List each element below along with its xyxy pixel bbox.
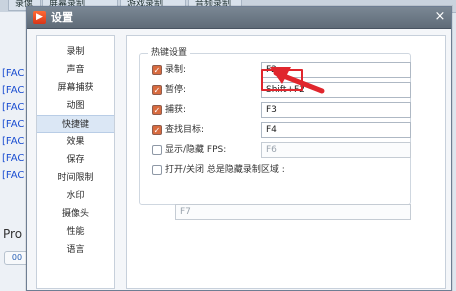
dialog-title: 设置 xyxy=(51,11,73,24)
close-icon[interactable]: × xyxy=(433,9,447,25)
sidebar-item-hotkeys[interactable]: 快捷键 xyxy=(37,115,114,133)
sidebar-item-time-limit[interactable]: 时间限制 xyxy=(37,169,114,187)
app-logo-icon: ▶ xyxy=(33,11,46,24)
find-target-hotkey-checkbox[interactable]: ✓ xyxy=(152,125,162,135)
sidebar-item-audio[interactable]: 声音 xyxy=(37,61,114,79)
background-list-item[interactable]: [FAC xyxy=(2,68,24,79)
sidebar-item-record[interactable]: 录制 xyxy=(37,43,114,61)
background-list-item[interactable]: [FAC xyxy=(2,102,24,113)
hotkey-settings-panel: 热键设置 ✓ 录制: F2 ✓ 暂停: Shift+F2 ✓ 捕获: F3 ✓ … xyxy=(126,35,446,289)
background-list-item[interactable]: [FAC xyxy=(2,153,24,164)
hotkey-group-title: 热键设置 xyxy=(148,47,191,59)
record-hotkey-highlight xyxy=(261,69,303,91)
capture-hotkey-checkbox[interactable]: ✓ xyxy=(152,105,162,115)
dialog-titlebar: ▶ 设置 × xyxy=(27,7,451,29)
pause-hotkey-checkbox[interactable]: ✓ xyxy=(152,85,162,95)
background-list-item[interactable]: [FAC xyxy=(2,119,24,130)
fps-hotkey-checkbox[interactable] xyxy=(152,145,162,155)
capture-hotkey-label: 捕获: xyxy=(165,105,187,115)
sidebar-item-camera[interactable]: 摄像头 xyxy=(37,205,114,223)
sidebar-item-watermark[interactable]: 水印 xyxy=(37,187,114,205)
background-list-item[interactable]: [FAC xyxy=(2,85,24,96)
sidebar-item-save[interactable]: 保存 xyxy=(37,151,114,169)
sidebar-item-language[interactable]: 语言 xyxy=(37,241,114,259)
app-window: 录像 屏幕录制 游戏录制 音频录制 [FAC [FAC [FAC [FAC [F… xyxy=(0,0,456,291)
record-hotkey-label: 录制: xyxy=(165,65,187,75)
capture-hotkey-field[interactable]: F3 xyxy=(261,102,411,118)
record-hotkey-checkbox[interactable]: ✓ xyxy=(152,65,162,75)
sidebar-item-performance[interactable]: 性能 xyxy=(37,223,114,241)
find-target-hotkey-label: 查找目标: xyxy=(165,125,205,135)
sidebar-item-effects[interactable]: 效果 xyxy=(37,133,114,151)
settings-sidebar: 录制 声音 屏幕捕获 动图 快捷键 效果 保存 时间限制 水印 摄像头 性能 语… xyxy=(36,35,115,289)
pause-hotkey-label: 暂停: xyxy=(165,85,187,95)
fps-hotkey-field[interactable]: F6 xyxy=(261,142,411,158)
region-toggle-checkbox[interactable] xyxy=(152,165,162,175)
background-list-item[interactable]: [FAC xyxy=(2,136,24,147)
sidebar-item-animation[interactable]: 动图 xyxy=(37,97,114,115)
background-pro-label: Pro xyxy=(3,227,23,241)
background-list-item[interactable]: [FAC xyxy=(2,170,24,181)
region-toggle-label: 打开/关闭 总是隐藏录制区域 : xyxy=(165,165,285,175)
region-toggle-field[interactable]: F7 xyxy=(175,204,411,220)
fps-hotkey-label: 显示/隐藏 FPS: xyxy=(165,145,227,155)
find-target-hotkey-field[interactable]: F4 xyxy=(261,122,411,138)
sidebar-item-screen-capture[interactable]: 屏幕捕获 xyxy=(37,79,114,97)
settings-dialog: ▶ 设置 × 录制 声音 屏幕捕获 动图 快捷键 效果 保存 时间限制 水印 摄… xyxy=(26,6,452,291)
